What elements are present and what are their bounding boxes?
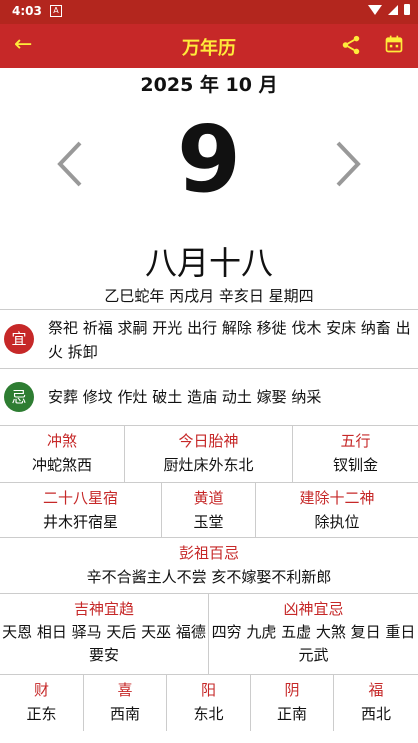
direction-label: 财 xyxy=(33,681,49,699)
ji-text: 安葬 修坟 作灶 破土 造庙 动土 嫁娶 纳采 xyxy=(48,388,322,406)
app-bar: ← 万年历 xyxy=(0,24,418,68)
chongsha-cell: 冲煞 冲蛇煞西 xyxy=(0,426,125,482)
direction-label: 阳 xyxy=(200,681,216,699)
direction-xi: 喜 西南 xyxy=(84,675,167,731)
direction-fu: 福 西北 xyxy=(334,675,418,731)
lunar-date: 八月十八 xyxy=(144,244,273,282)
jishen-label: 吉神宜趋 xyxy=(73,600,134,618)
pengzu-cell: 彭祖百忌 辛不合酱主人不尝 亥不嫁娶不利新郎 xyxy=(0,538,418,593)
huangdao-cell: 黄道 玉堂 xyxy=(162,483,256,537)
direction-label: 喜 xyxy=(117,681,133,699)
year-month: 2025 年 10 月 xyxy=(140,74,278,96)
xingxiu-label: 二十八星宿 xyxy=(42,489,118,507)
huangdao-value: 玉堂 xyxy=(193,513,224,531)
chevron-right-icon[interactable] xyxy=(334,140,362,188)
yi-badge: 宜 xyxy=(4,324,34,354)
wifi-icon xyxy=(368,4,382,15)
calendar-icon[interactable] xyxy=(384,34,404,54)
jianchu-cell: 建除十二神 除执位 xyxy=(256,483,418,537)
direction-value: 正南 xyxy=(276,705,307,723)
direction-value: 正东 xyxy=(26,705,57,723)
taishen-value: 厨灶床外东北 xyxy=(163,456,254,474)
pengzu-label: 彭祖百忌 xyxy=(178,544,239,562)
chongsha-value: 冲蛇煞西 xyxy=(31,456,92,474)
chongsha-label: 冲煞 xyxy=(46,432,77,450)
status-time: 4:03 xyxy=(12,4,42,18)
jishen-cell: 吉神宜趋 天恩 相日 驿马 天后 天巫 福德 要安 xyxy=(0,594,209,674)
direction-label: 福 xyxy=(368,681,384,699)
jianchu-value: 除执位 xyxy=(314,513,360,531)
yi-section: 宜 祭祀 祈福 求嗣 开光 出行 解除 移徙 伐木 安床 纳畜 出火 拆卸 xyxy=(0,309,418,368)
xingxiu-value: 井木犴宿星 xyxy=(42,513,118,531)
huangdao-label: 黄道 xyxy=(193,489,224,507)
status-bar: 4:03 A xyxy=(0,0,418,24)
ji-badge: 忌 xyxy=(4,382,34,412)
direction-cai: 财 正东 xyxy=(0,675,84,731)
ganzhi-line: 乙巳蛇年 丙戌月 辛亥日 星期四 xyxy=(104,287,314,305)
taishen-label: 今日胎神 xyxy=(178,432,239,450)
yi-text: 祭祀 祈福 求嗣 开光 出行 解除 移徙 伐木 安床 纳畜 出火 拆卸 xyxy=(48,319,411,361)
pengzu-value: 辛不合酱主人不尝 亥不嫁娶不利新郎 xyxy=(86,568,332,586)
share-icon[interactable] xyxy=(340,34,362,56)
info-row-2: 二十八星宿 井木犴宿星 黄道 玉堂 建除十二神 除执位 xyxy=(0,482,418,537)
direction-label: 阴 xyxy=(284,681,300,699)
wuxing-label: 五行 xyxy=(340,432,371,450)
pengzu-row: 彭祖百忌 辛不合酱主人不尝 亥不嫁娶不利新郎 xyxy=(0,537,418,593)
xiongshen-label: 凶神宜忌 xyxy=(283,600,344,618)
direction-value: 西北 xyxy=(360,705,391,723)
status-icons xyxy=(368,4,410,15)
direction-yin: 阴 正南 xyxy=(251,675,334,731)
ji-section: 忌 安葬 修坟 作灶 破土 造庙 动土 嫁娶 纳采 xyxy=(0,368,418,425)
taishen-cell: 今日胎神 厨灶床外东北 xyxy=(125,426,293,482)
xiongshen-value: 四穷 九虎 五虚 大煞 复日 重日 元武 xyxy=(211,623,416,664)
signal-icon xyxy=(388,4,398,15)
info-row-1: 冲煞 冲蛇煞西 今日胎神 厨灶床外东北 五行 钗钏金 xyxy=(0,425,418,482)
directions-row: 财 正东 喜 西南 阳 东北 阴 正南 福 西北 xyxy=(0,674,418,731)
xiongshen-cell: 凶神宜忌 四穷 九虎 五虚 大煞 复日 重日 元武 xyxy=(209,594,418,674)
battery-icon xyxy=(404,4,410,15)
wuxing-value: 钗钏金 xyxy=(332,456,378,474)
shen-row: 吉神宜趋 天恩 相日 驿马 天后 天巫 福德 要安 凶神宜忌 四穷 九虎 五虚 … xyxy=(0,593,418,674)
direction-value: 东北 xyxy=(193,705,224,723)
direction-yang: 阳 东北 xyxy=(167,675,251,731)
jianchu-label: 建除十二神 xyxy=(299,489,375,507)
xingxiu-cell: 二十八星宿 井木犴宿星 xyxy=(0,483,162,537)
jishen-value: 天恩 相日 驿马 天后 天巫 福德 要安 xyxy=(2,623,206,664)
notification-icon: A xyxy=(50,5,62,17)
wuxing-cell: 五行 钗钏金 xyxy=(293,426,418,482)
direction-value: 西南 xyxy=(109,705,140,723)
